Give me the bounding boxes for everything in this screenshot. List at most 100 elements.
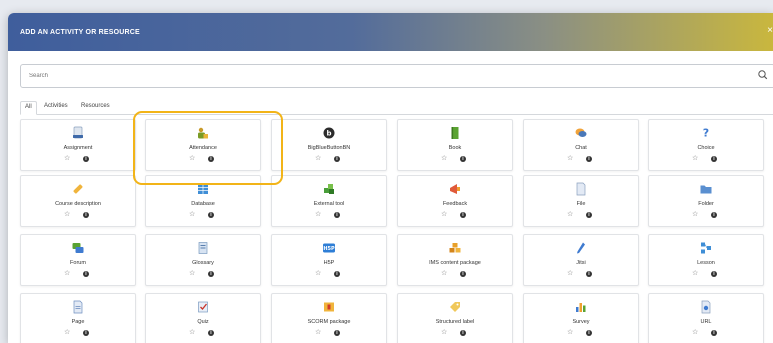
info-icon[interactable]: i (208, 271, 214, 277)
star-icon[interactable]: ☆ (315, 155, 321, 163)
activity-tile-choice[interactable]: ? Choice ☆ i (648, 119, 764, 171)
activity-tile-external-tool[interactable]: External tool ☆ i (271, 175, 387, 227)
activity-tile-forum[interactable]: Forum ☆ i (20, 234, 136, 286)
info-icon[interactable]: i (83, 212, 89, 218)
activity-label: URL (700, 319, 712, 325)
star-icon[interactable]: ☆ (567, 211, 573, 219)
activity-tile-page[interactable]: Page ☆ i (20, 293, 136, 343)
activity-tile-h5p[interactable]: H5P H5P ☆ i (271, 234, 387, 286)
info-icon[interactable]: i (711, 212, 717, 218)
activity-label: File (576, 201, 586, 207)
info-icon[interactable]: i (83, 330, 89, 336)
activity-label: Course description (55, 201, 101, 207)
bigbluebutton-icon: b (322, 126, 336, 140)
star-icon[interactable]: ☆ (567, 270, 573, 278)
star-icon[interactable]: ☆ (189, 211, 195, 219)
activity-tile-jitsi[interactable]: Jitsi ☆ i (523, 234, 639, 286)
star-icon[interactable]: ☆ (64, 329, 70, 337)
activity-tile-file[interactable]: File ☆ i (523, 175, 639, 227)
info-icon[interactable]: i (334, 271, 340, 277)
info-icon[interactable]: i (711, 330, 717, 336)
lesson-icon (699, 241, 713, 255)
star-icon[interactable]: ☆ (64, 155, 70, 163)
chat-icon (574, 126, 588, 140)
info-icon[interactable]: i (334, 212, 340, 218)
activity-tile-assignment[interactable]: Assignment ☆ i (20, 119, 136, 171)
info-icon[interactable]: i (208, 330, 214, 336)
star-icon[interactable]: ☆ (315, 270, 321, 278)
star-icon[interactable]: ☆ (64, 211, 70, 219)
activity-tile-course-description[interactable]: Course description ☆ i (20, 175, 136, 227)
activity-tile-lesson[interactable]: Lesson ☆ i (648, 234, 764, 286)
activity-tile-chat[interactable]: Chat ☆ i (523, 119, 639, 171)
info-icon[interactable]: i (208, 212, 214, 218)
activity-tile-structured-label[interactable]: Structured label ☆ i (397, 293, 513, 343)
activity-tile-quiz[interactable]: Quiz ☆ i (145, 293, 261, 343)
info-icon[interactable]: i (460, 330, 466, 336)
star-icon[interactable]: ☆ (567, 329, 573, 337)
activity-label: Attendance (189, 145, 217, 151)
attendance-icon (196, 126, 210, 140)
star-icon[interactable]: ☆ (189, 329, 195, 337)
book-icon (448, 126, 462, 140)
activity-tile-survey[interactable]: Survey ☆ i (523, 293, 639, 343)
activity-tile-ims-content-package[interactable]: IMS content package ☆ i (397, 234, 513, 286)
info-icon[interactable]: i (460, 212, 466, 218)
file-icon (574, 182, 588, 196)
star-icon[interactable]: ☆ (692, 211, 698, 219)
info-icon[interactable]: i (586, 330, 592, 336)
activity-tile-url[interactable]: URL ☆ i (648, 293, 764, 343)
info-icon[interactable]: i (208, 156, 214, 162)
activity-label: Forum (70, 260, 86, 266)
info-icon[interactable]: i (83, 271, 89, 277)
star-icon[interactable]: ☆ (692, 270, 698, 278)
star-icon[interactable]: ☆ (567, 155, 573, 163)
tab-activities[interactable]: Activities (40, 101, 72, 113)
tab-resources[interactable]: Resources (77, 101, 114, 113)
star-icon[interactable]: ☆ (441, 155, 447, 163)
star-icon[interactable]: ☆ (441, 270, 447, 278)
forum-icon (71, 241, 85, 255)
activity-tile-bigbluebuttonbn[interactable]: b BigBlueButtonBN ☆ i (271, 119, 387, 171)
star-icon[interactable]: ☆ (315, 329, 321, 337)
activity-tile-folder[interactable]: Folder ☆ i (648, 175, 764, 227)
tab-all[interactable]: All (20, 101, 37, 115)
activity-tile-book[interactable]: Book ☆ i (397, 119, 513, 171)
info-icon[interactable]: i (460, 271, 466, 277)
activity-tile-scorm-package[interactable]: SCORM package ☆ i (271, 293, 387, 343)
info-icon[interactable]: i (586, 271, 592, 277)
star-icon[interactable]: ☆ (441, 329, 447, 337)
info-icon[interactable]: i (334, 330, 340, 336)
close-icon[interactable]: × (767, 25, 773, 36)
search-icon[interactable] (756, 68, 770, 82)
info-icon[interactable]: i (83, 156, 89, 162)
svg-text:?: ? (703, 127, 709, 140)
activity-label: H5P (323, 260, 335, 266)
info-icon[interactable]: i (334, 156, 340, 162)
activity-tile-glossary[interactable]: Glossary ☆ i (145, 234, 261, 286)
info-icon[interactable]: i (460, 156, 466, 162)
activity-label: Assignment (63, 145, 93, 151)
star-icon[interactable]: ☆ (189, 270, 195, 278)
star-icon[interactable]: ☆ (189, 155, 195, 163)
h5p-icon: H5P (322, 241, 336, 255)
svg-text:H5P: H5P (323, 246, 335, 252)
activity-tile-feedback[interactable]: Feedback ☆ i (397, 175, 513, 227)
activity-tile-database[interactable]: Database ☆ i (145, 175, 261, 227)
star-icon[interactable]: ☆ (441, 211, 447, 219)
activity-label: Database (191, 201, 215, 207)
star-icon[interactable]: ☆ (315, 211, 321, 219)
activity-label: Folder (698, 201, 714, 207)
star-icon[interactable]: ☆ (64, 270, 70, 278)
star-icon[interactable]: ☆ (692, 329, 698, 337)
info-icon[interactable]: i (586, 156, 592, 162)
info-icon[interactable]: i (586, 212, 592, 218)
search-input[interactable] (29, 71, 729, 81)
info-icon[interactable]: i (711, 156, 717, 162)
activity-tile-attendance[interactable]: Attendance ☆ i (145, 119, 261, 171)
feedback-icon (448, 182, 462, 196)
quiz-icon (196, 300, 210, 314)
star-icon[interactable]: ☆ (692, 155, 698, 163)
activity-label: Survey (572, 319, 590, 325)
info-icon[interactable]: i (711, 271, 717, 277)
